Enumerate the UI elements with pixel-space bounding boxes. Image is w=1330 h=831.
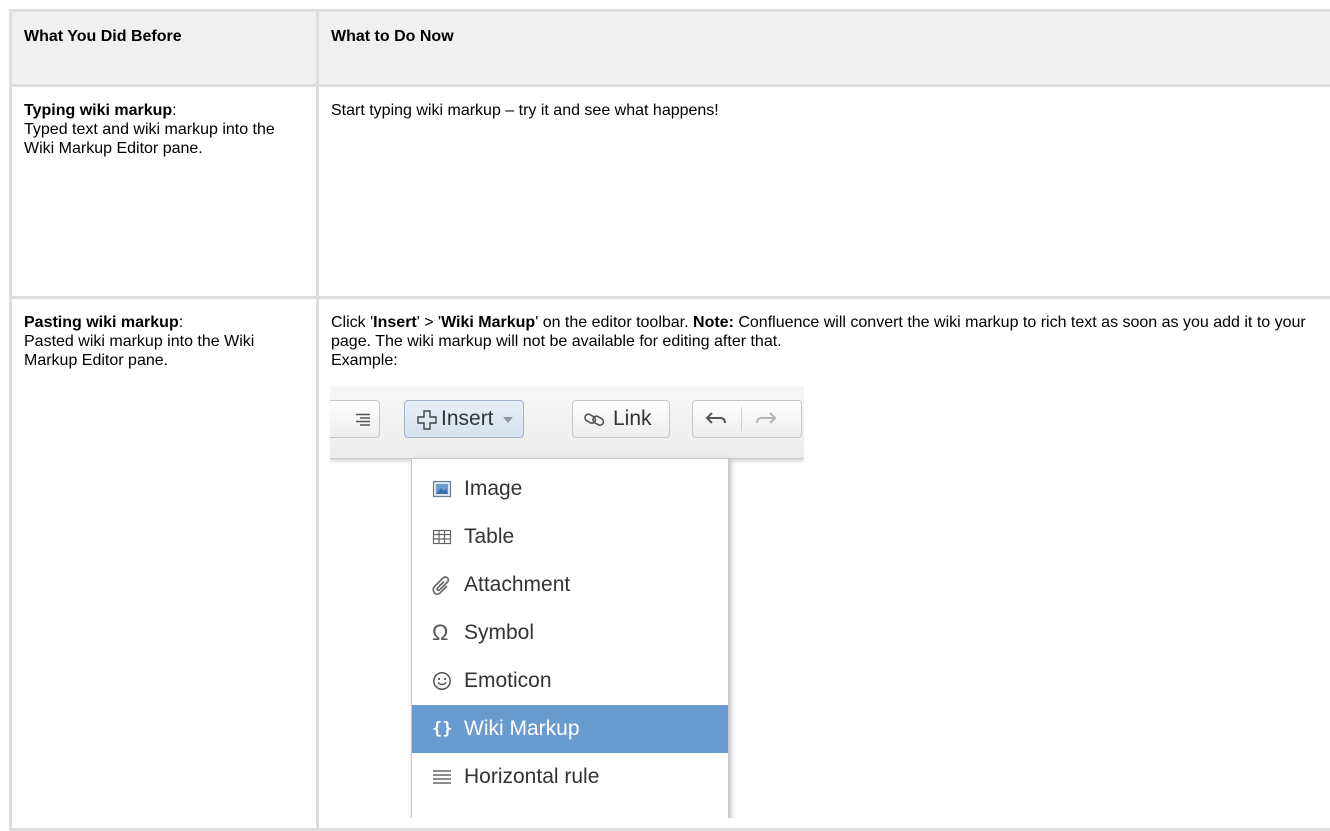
smiley-icon bbox=[432, 671, 452, 691]
table-row: Pasting wiki markup: Pasted wiki markup … bbox=[11, 298, 1330, 830]
align-right-icon bbox=[355, 413, 371, 427]
instruction-text: Start typing wiki markup – try it and se… bbox=[331, 102, 719, 119]
menu-item-label: Symbol bbox=[464, 609, 534, 657]
before-cell: Pasting wiki markup: Pasted wiki markup … bbox=[11, 298, 318, 830]
image-icon bbox=[432, 479, 452, 499]
now-cell: Start typing wiki markup – try it and se… bbox=[318, 86, 1330, 298]
editor-screenshot: Insert Link bbox=[330, 386, 804, 818]
instruction-paragraph: Click 'Insert' > 'Wiki Markup' on the ed… bbox=[331, 313, 1330, 351]
menu-item-label: Horizontal rule bbox=[464, 753, 599, 801]
plus-icon bbox=[417, 410, 437, 430]
header-row: What You Did Before What to Do Now bbox=[11, 11, 1330, 86]
insert-label: Insert bbox=[441, 401, 494, 437]
menu-item-table[interactable]: Table bbox=[412, 513, 728, 561]
editor-toolbar: Insert Link bbox=[330, 386, 804, 459]
example-label: Example: bbox=[331, 351, 1330, 370]
undo-icon[interactable] bbox=[705, 411, 727, 427]
header-now: What to Do Now bbox=[318, 11, 1330, 86]
horizontal-rule-icon bbox=[432, 767, 452, 787]
header-before: What You Did Before bbox=[11, 11, 318, 86]
instructions-table: What You Did Before What to Do Now Typin… bbox=[9, 9, 1330, 831]
colon: : bbox=[179, 314, 183, 331]
table-row: Typing wiki markup: Typed text and wiki … bbox=[11, 86, 1330, 298]
header-before-label: What You Did Before bbox=[12, 12, 316, 56]
divider bbox=[741, 407, 742, 431]
menu-item-horizontal-rule[interactable]: Horizontal rule bbox=[412, 753, 728, 801]
insert-dropdown-menu: Image Table bbox=[411, 458, 729, 818]
redo-icon[interactable] bbox=[755, 411, 777, 427]
menu-item-label: Image bbox=[464, 465, 522, 513]
menu-item-attachment[interactable]: Attachment bbox=[412, 561, 728, 609]
row-description: Typed text and wiki markup into the Wiki… bbox=[24, 121, 275, 157]
undo-redo-group bbox=[692, 400, 802, 438]
text-click: Click ' bbox=[331, 314, 373, 331]
menu-item-image[interactable]: Image bbox=[412, 465, 728, 513]
menu-item-symbol[interactable]: Ω Symbol bbox=[412, 609, 728, 657]
before-cell: Typing wiki markup: Typed text and wiki … bbox=[11, 86, 318, 298]
align-button[interactable] bbox=[330, 400, 380, 438]
link-label: Link bbox=[613, 401, 652, 437]
chevron-down-icon bbox=[503, 417, 513, 423]
text-toolbar: ' on the editor toolbar. bbox=[535, 314, 693, 331]
menu-item-wiki-markup[interactable]: {} Wiki Markup bbox=[412, 705, 728, 753]
paperclip-icon bbox=[432, 575, 452, 595]
insert-menu-button[interactable]: Insert bbox=[404, 400, 524, 438]
colon: : bbox=[172, 102, 176, 119]
row-title: Pasting wiki markup bbox=[24, 314, 179, 331]
header-now-label: What to Do Now bbox=[319, 12, 1330, 56]
omega-icon: Ω bbox=[432, 609, 448, 629]
row-description: Pasted wiki markup into the Wiki Markup … bbox=[24, 333, 254, 369]
link-icon bbox=[583, 410, 607, 428]
text-wiki-markup: Wiki Markup bbox=[441, 314, 535, 331]
note-label: Note: bbox=[693, 314, 734, 331]
text-arrow: ' > ' bbox=[417, 314, 441, 331]
link-button[interactable]: Link bbox=[572, 400, 670, 438]
menu-item-label: Table bbox=[464, 513, 514, 561]
now-cell: Click 'Insert' > 'Wiki Markup' on the ed… bbox=[318, 298, 1330, 830]
braces-icon: {} bbox=[432, 705, 452, 725]
menu-item-emoticon[interactable]: Emoticon bbox=[412, 657, 728, 705]
menu-item-label: Wiki Markup bbox=[464, 705, 580, 753]
menu-item-label: Emoticon bbox=[464, 657, 552, 705]
menu-item-label: Attachment bbox=[464, 561, 570, 609]
text-insert: Insert bbox=[373, 314, 417, 331]
row-title: Typing wiki markup bbox=[24, 102, 172, 119]
table-icon bbox=[432, 527, 452, 547]
